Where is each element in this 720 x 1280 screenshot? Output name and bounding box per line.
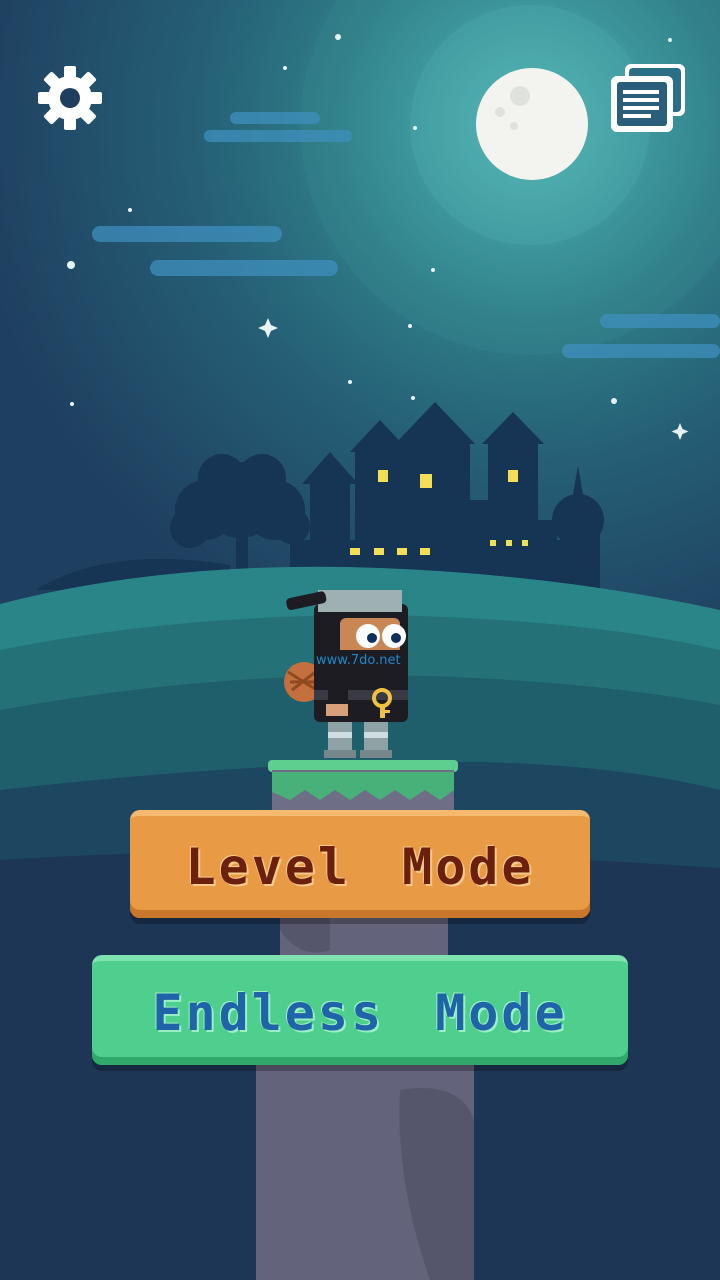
level-mode-button[interactable]: Level Mode	[130, 810, 590, 918]
stacked-cards-icon	[611, 64, 685, 132]
endless-mode-label: Endless Mode	[152, 984, 568, 1042]
level-mode-label: Level Mode	[185, 838, 535, 896]
moon	[476, 68, 588, 180]
cards-menu-button[interactable]	[604, 58, 692, 138]
gear-icon	[38, 66, 102, 130]
endless-mode-button[interactable]: Endless Mode	[92, 955, 628, 1065]
settings-gear-icon[interactable]	[30, 62, 110, 134]
watermark: www.7do.net	[316, 653, 401, 668]
background-scene: www.7do.net	[0, 0, 720, 1280]
